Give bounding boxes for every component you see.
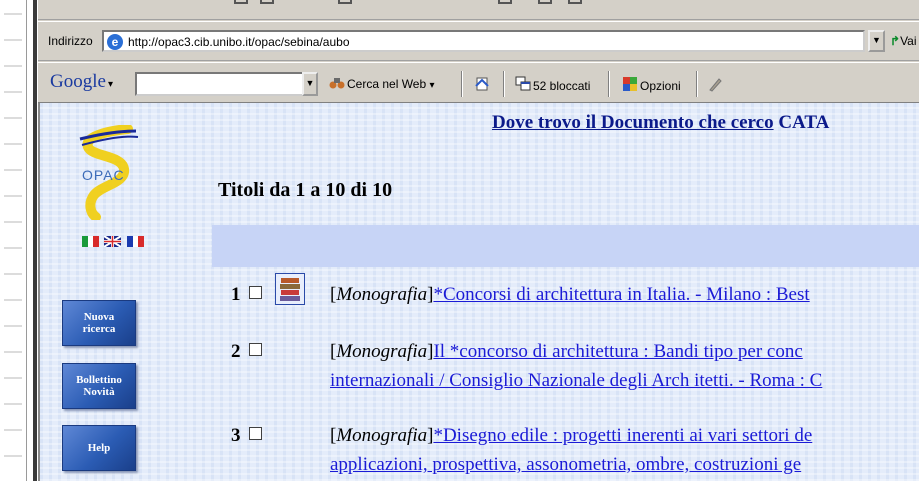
toolbar-icon-fragment [498, 0, 512, 4]
google-logo-text: Google [50, 71, 106, 92]
language-flags [82, 236, 145, 248]
address-dropdown-button[interactable]: ▼ [868, 30, 885, 52]
italian-flag-icon[interactable] [82, 236, 99, 247]
blocked-count-label: 52 bloccati [533, 79, 591, 93]
chevron-down-icon: ▾ [107, 79, 113, 90]
web-page: OPAC Nuova ricerca Bollettino Novità Help … [38, 103, 919, 481]
opac-logo-text: OPAC [82, 167, 125, 183]
result-item: [Monografia]*Concorsi di architettura in… [330, 284, 810, 305]
page-info-icon [475, 77, 489, 91]
result-title-link[interactable]: *Disegno edile : progetti inerenti ai va… [433, 425, 812, 446]
result-number: 2 [231, 341, 241, 362]
toolbar-icon-fragment [260, 0, 274, 4]
toolbar-icon-fragment [538, 0, 552, 4]
books-stack-icon [280, 278, 300, 301]
result-checkbox[interactable] [249, 286, 262, 299]
help-button[interactable]: Help [62, 425, 136, 471]
slide-margin [0, 0, 38, 481]
page-info-button[interactable] [474, 76, 492, 93]
ie-page-icon: e [107, 34, 123, 50]
catalog-link-fragment[interactable]: CATA [778, 112, 829, 133]
toolbar-separator [608, 71, 610, 97]
options-icon [623, 77, 637, 91]
address-url: http://opac3.cib.unibo.it/opac/sebina/au… [128, 35, 350, 49]
result-checkbox[interactable] [249, 343, 262, 356]
uk-flag-icon[interactable] [104, 236, 122, 247]
address-bar-row: Indirizzo e http://opac3.cib.unibo.it/op… [38, 21, 919, 61]
highlighter-icon [709, 78, 722, 92]
toolbar-icon-fragment [234, 0, 248, 4]
where-to-find-link[interactable]: Dove trovo il Documento che cerco [492, 112, 774, 133]
result-item: [Monografia]Il *concorso di architettura… [330, 341, 823, 391]
toolbar-icon-fragment [338, 0, 352, 4]
highlight-button[interactable] [707, 76, 725, 93]
go-arrow-icon: ↱ [890, 34, 901, 48]
binoculars-icon [329, 78, 345, 89]
address-label: Indirizzo [48, 34, 93, 48]
result-type: Monografia [336, 284, 428, 305]
options-label: Opzioni [640, 79, 681, 93]
margin-divider [26, 0, 27, 481]
result-item: [Monografia]*Disegno edile : progetti in… [330, 425, 813, 475]
result-type: Monografia [336, 425, 428, 446]
browser-chrome: Indirizzo e http://opac3.cib.unibo.it/op… [38, 0, 919, 103]
result-type: Monografia [336, 341, 428, 362]
popup-blocker-icon [515, 76, 531, 91]
options-button[interactable]: Opzioni [622, 76, 681, 93]
result-title-link-cont[interactable]: applicazioni, prospettiva, assonometria,… [330, 454, 801, 475]
popup-blocker-button[interactable]: 52 bloccati [515, 76, 590, 93]
results-heading: Titoli da 1 a 10 di 10 [218, 179, 393, 201]
search-history-dropdown[interactable]: ▼ [302, 72, 318, 96]
toolbar-separator [503, 71, 505, 97]
new-search-line2: ricerca [82, 323, 116, 335]
french-flag-icon[interactable] [126, 236, 144, 247]
result-number: 3 [231, 425, 241, 446]
new-search-button[interactable]: Nuova ricerca [62, 300, 136, 346]
chevron-down-icon: ▾ [429, 80, 435, 91]
go-label: Vai [900, 34, 917, 48]
toolbar-separator [696, 71, 698, 97]
bulletin-line1: Bollettino [76, 374, 122, 386]
toolbar-icon-fragment [568, 0, 582, 4]
address-input[interactable]: e http://opac3.cib.unibo.it/opac/sebina/… [102, 30, 865, 52]
search-web-label: Cerca nel Web [347, 77, 427, 91]
bulletin-line2: Novità [83, 386, 115, 398]
help-label: Help [87, 442, 111, 454]
slide-margin-lines [4, 13, 22, 457]
result-title-link[interactable]: Il *concorso di architettura : Bandi tip… [433, 341, 802, 362]
bulletin-button[interactable]: Bollettino Novità [62, 363, 136, 409]
google-search-input[interactable] [135, 72, 315, 96]
google-toolbar: Google ▾ ▼ Cerca nel Web ▾ 52 bloccati Op… [38, 62, 919, 103]
google-menu-button[interactable]: Google ▾ [50, 71, 113, 93]
result-checkbox[interactable] [249, 427, 262, 440]
results-header-band [212, 225, 919, 267]
book-icon[interactable] [275, 273, 305, 305]
window-border [33, 0, 37, 481]
result-number: 1 [231, 284, 241, 305]
new-search-line1: Nuova [83, 311, 115, 323]
toolbar-separator [461, 71, 463, 97]
result-title-link[interactable]: *Concorsi di architettura in Italia. - M… [433, 284, 809, 305]
result-title-link-cont[interactable]: internazionali / Consiglio Nazionale deg… [330, 370, 822, 391]
toolbar-strip [38, 0, 919, 20]
search-web-button[interactable]: Cerca nel Web ▾ [329, 76, 435, 91]
go-button[interactable]: ↱Vai [890, 34, 917, 48]
header-links: Dove trovo il Documento che cerco CATA [492, 112, 829, 134]
